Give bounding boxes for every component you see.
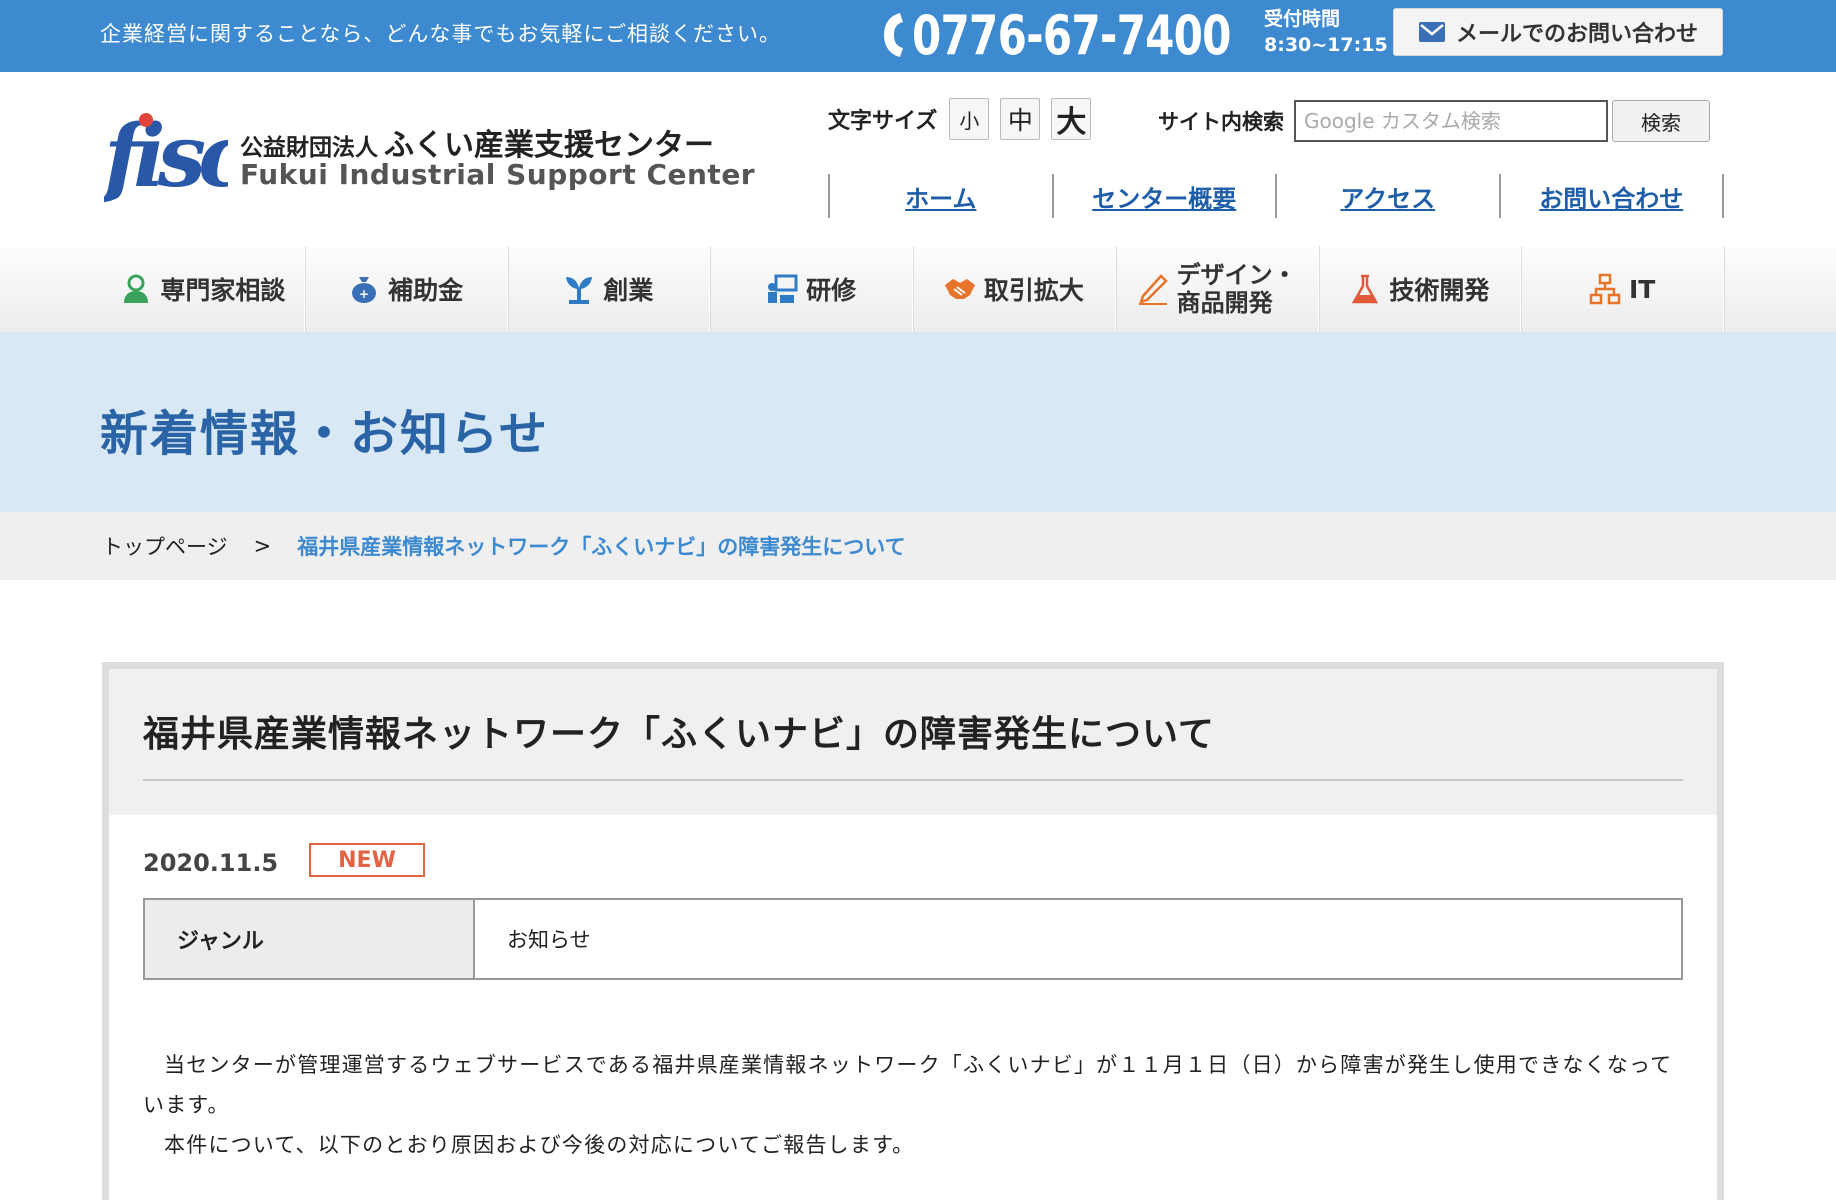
search-label: サイト内検索 — [1158, 110, 1284, 134]
pencil-icon — [1138, 274, 1168, 305]
article-date: 2020.11.5 — [143, 849, 279, 877]
category-label: IT — [1628, 274, 1656, 304]
article-paragraph: 本件について、以下のとおり原因および今後の対応についてご報告します。 — [164, 1133, 915, 1157]
top-bar: 企業経営に関することなら、どんな事でもお気軽にご相談ください。 0776-67-… — [0, 0, 1836, 72]
hours-value: 8:30~17:15 — [1264, 34, 1388, 56]
page-title-band: 新着情報・お知らせ — [0, 332, 1836, 512]
page-title: 新着情報・お知らせ — [100, 406, 550, 462]
svg-text:fisc: fisc — [104, 108, 228, 204]
nav-access[interactable]: アクセス — [1275, 174, 1499, 218]
breadcrumb-current: 福井県産業情報ネットワーク「ふくいナビ」の障害発生について — [297, 535, 906, 559]
fisc-logo-icon: fisc — [104, 108, 228, 204]
training-icon — [768, 274, 798, 303]
handshake-icon — [944, 279, 975, 299]
genre-label: ジャンル — [144, 899, 475, 979]
article: 福井県産業情報ネットワーク「ふくいナビ」の障害発生について 2020.11.5 … — [102, 662, 1724, 1200]
nav-home[interactable]: ホーム — [828, 174, 1052, 218]
font-size-label: 文字サイズ — [828, 109, 938, 134]
article-header: 福井県産業情報ネットワーク「ふくいナビ」の障害発生について — [109, 669, 1717, 815]
font-size-medium-button[interactable]: 中 — [1000, 98, 1041, 140]
category-label: 技術開発 — [1389, 276, 1490, 305]
category-business-expansion[interactable]: 取引拡大 — [913, 246, 1116, 332]
category-label: 専門家相談 — [160, 276, 286, 305]
article-title: 福井県産業情報ネットワーク「ふくいナビ」の障害発生について — [143, 705, 1683, 781]
category-label: 創業 — [603, 276, 654, 305]
category-label: 研修 — [806, 276, 857, 305]
flask-icon — [1352, 274, 1379, 304]
breadcrumb: トップページ > 福井県産業情報ネットワーク「ふくいナビ」の障害発生について — [0, 512, 1836, 580]
category-label: 取引拡大 — [983, 276, 1084, 305]
mail-contact-label: メールでのお問い合わせ — [1455, 22, 1698, 47]
mail-contact-button[interactable]: メールでのお問い合わせ — [1393, 8, 1723, 56]
category-it[interactable]: IT — [1521, 246, 1724, 332]
phone-number-text: 0776-67-7400 — [912, 3, 1231, 67]
article-meta-table: ジャンル お知らせ — [143, 898, 1683, 980]
font-size-small-button[interactable]: 小 — [949, 98, 990, 140]
category-startup[interactable]: 創業 — [508, 246, 711, 332]
genre-value: お知らせ — [507, 928, 591, 952]
tagline: 企業経営に関することなら、どんな事でもお気軽にご相談ください。 — [100, 22, 781, 46]
sprout-icon — [566, 277, 593, 304]
category-tech-development[interactable]: 技術開発 — [1319, 246, 1522, 332]
category-label: 補助金 — [388, 276, 464, 305]
svg-text:+: + — [359, 287, 369, 301]
category-subsidy[interactable]: + 補助金 — [305, 246, 508, 332]
network-icon — [1589, 273, 1621, 305]
breadcrumb-home[interactable]: トップページ — [102, 531, 228, 561]
hours-label: 受付時間 — [1264, 8, 1341, 30]
font-size-control: 文字サイズ 小 中 大 — [828, 98, 1102, 140]
nav-about[interactable]: センター概要 — [1051, 174, 1276, 218]
org-name-english: Fukui Industrial Support Center — [240, 158, 756, 191]
business-hours: 受付時間 8:30~17:15 — [1264, 6, 1388, 58]
article-body: 当センターが管理運営するウェブサービスである福井県産業情報ネットワーク「ふくいナ… — [143, 1045, 1683, 1165]
font-size-large-button[interactable]: 大 — [1051, 98, 1092, 140]
category-label: デザイン・ 商品開発 — [1177, 261, 1297, 317]
phone-icon — [884, 13, 903, 57]
new-badge: NEW — [309, 843, 425, 877]
person-icon — [124, 274, 149, 303]
category-training[interactable]: 研修 — [710, 246, 913, 332]
money-bag-icon: + — [352, 277, 377, 303]
site-search: サイト内検索 検索 — [1158, 100, 1710, 142]
category-design-product-dev[interactable]: デザイン・ 商品開発 — [1116, 246, 1319, 332]
category-expert-consultation[interactable]: 専門家相談 — [102, 246, 305, 332]
nav-contact[interactable]: お問い合わせ — [1498, 174, 1724, 218]
category-nav: 専門家相談 + 補助金 創業 研修 取引拡大 デザイン・ 商品開発 技術開発 I… — [0, 246, 1836, 332]
category-label-line1: デザイン・ — [1176, 261, 1297, 289]
search-input[interactable] — [1294, 100, 1608, 142]
site-logo[interactable]: fisc 公益財団法人ふくい産業支援センター Fukui Industrial … — [104, 108, 755, 204]
phone-number[interactable]: 0776-67-7400 — [878, 2, 1321, 68]
category-label-line2: 商品開発 — [1176, 289, 1273, 317]
header-nav: ホーム センター概要 アクセス お問い合わせ — [828, 174, 1724, 218]
table-row: ジャンル お知らせ — [144, 899, 1682, 979]
search-button[interactable]: 検索 — [1612, 100, 1710, 142]
article-paragraph: 当センターが管理運営するウェブサービスである福井県産業情報ネットワーク「ふくいナ… — [143, 1053, 1673, 1117]
breadcrumb-separator: > — [253, 534, 272, 558]
envelope-icon — [1418, 22, 1445, 42]
